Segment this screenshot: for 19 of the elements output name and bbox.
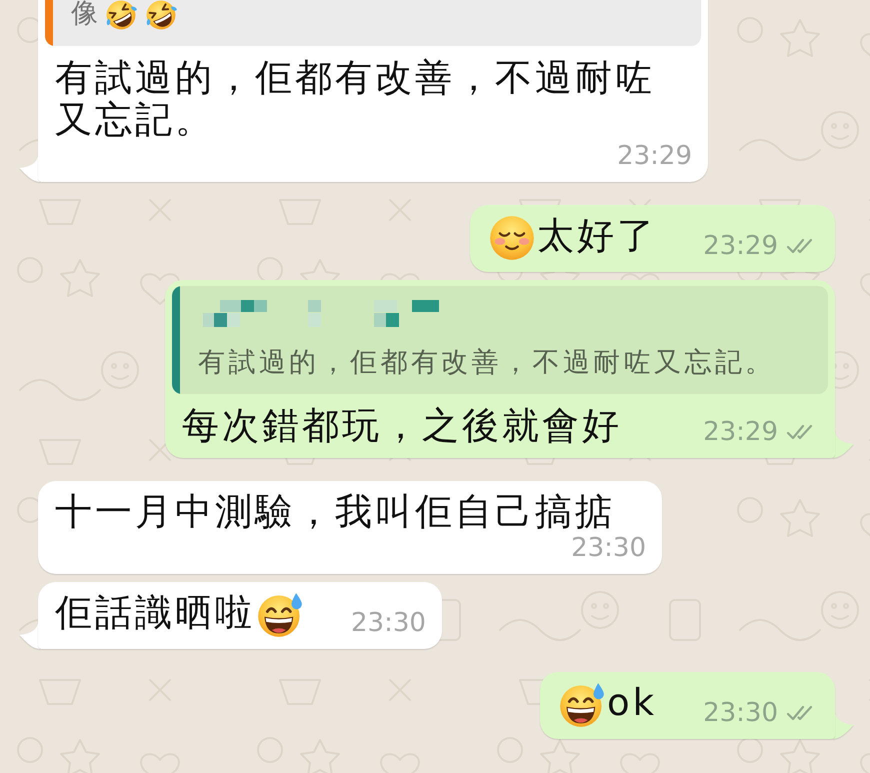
message-text: 每次錯都玩，之後就會好 bbox=[182, 404, 622, 447]
message-time: 23:29 bbox=[703, 416, 778, 447]
sweat-smile-face-icon bbox=[257, 592, 303, 638]
message-time: 23:30 bbox=[703, 698, 778, 728]
message-time: 23:29 bbox=[703, 230, 778, 261]
quoted-message[interactable]: 像 bbox=[45, 0, 701, 46]
message-text: 有試過的，佢都有改善，不過耐咗又忘記。 bbox=[55, 56, 655, 141]
message-text: 十一月中測驗，我叫佢自己搞掂 bbox=[55, 490, 615, 533]
message-text: ok bbox=[606, 680, 658, 724]
quoted-text: 有試過的，佢都有改善，不過耐咗又忘記。 bbox=[198, 346, 776, 378]
message-time: 23:30 bbox=[351, 608, 426, 638]
message-time: 23:30 bbox=[571, 532, 646, 563]
message-time: 23:29 bbox=[617, 140, 692, 171]
message-text: 太好了 bbox=[537, 214, 658, 257]
sweat-smile-face-icon bbox=[558, 682, 605, 728]
quoted-text: 像 bbox=[71, 0, 102, 29]
quoted-message[interactable]: 有試過的，佢都有改善，不過耐咗又忘記。 bbox=[172, 286, 828, 394]
smiling-face-icon bbox=[489, 214, 536, 261]
message-text: 佢話識晒啦 bbox=[55, 590, 255, 634]
